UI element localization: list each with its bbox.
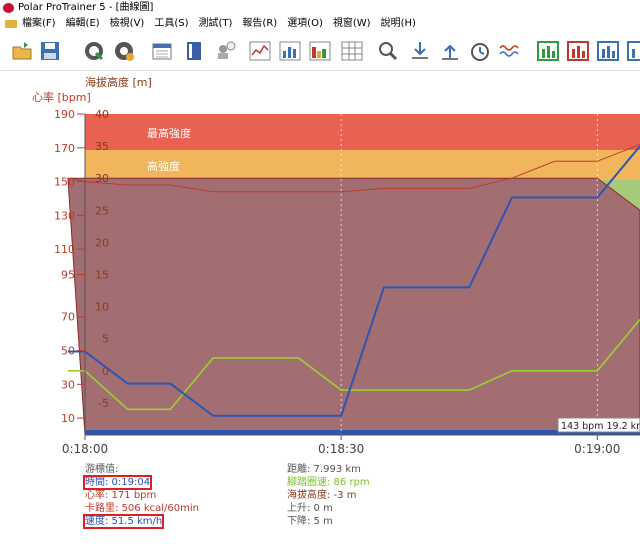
cursor-values-panel: 游標值: 時間: 0:19:04 心率: 171 bpm 卡路里: 506 kc…: [0, 460, 640, 547]
upload-icon: [442, 44, 458, 60]
descent-value: 下降: 5 m: [287, 516, 333, 527]
hr-tick-4: 110: [54, 243, 75, 256]
table-icon: [341, 41, 363, 61]
bar-chart-icon: [279, 41, 301, 61]
hr-tick-0: 190: [54, 108, 75, 121]
report-2-button[interactable]: [566, 39, 590, 63]
hr-value: 心率: 171 bpm: [85, 490, 157, 501]
wave-button[interactable]: [498, 39, 522, 63]
open-folder-icon: [12, 42, 32, 60]
title-bar: Polar ProTrainer 5 - [曲線圖]: [0, 0, 640, 16]
menu-item-3[interactable]: 工具(S): [154, 16, 188, 32]
menu-item-8[interactable]: 說明(H): [381, 16, 416, 32]
settings-icon: [115, 42, 134, 61]
altitude-tick-1: 35: [95, 140, 109, 153]
percent-chart-icon: [309, 41, 331, 61]
report-1-button[interactable]: [536, 39, 560, 63]
download-icon: [412, 42, 428, 59]
save-button[interactable]: [38, 39, 62, 63]
curve-chart-button[interactable]: [248, 39, 272, 63]
table-button[interactable]: [340, 39, 364, 63]
cursor-values-label: 游標值:: [85, 464, 119, 475]
hr-tick-3: 130: [54, 209, 75, 222]
upload-button[interactable]: [438, 39, 462, 63]
hr-tick-8: 30: [61, 378, 75, 391]
report-3-icon: [597, 41, 619, 61]
calories-value: 卡路里: 506 kcal/60min: [85, 503, 199, 514]
timer-button[interactable]: [468, 39, 492, 63]
ascent-value: 上升: 0 m: [287, 503, 333, 514]
menu-items: 檔案(F) 編輯(E) 檢視(V) 工具(S) 測試(T) 報告(R) 選項(O) 視窗(W)…: [22, 16, 426, 32]
calendar-icon: [152, 43, 172, 60]
altitude-axis-label: 海拔高度 [m]: [85, 75, 152, 89]
hr-tick-7: 50: [61, 345, 75, 358]
open-folder-button[interactable]: [10, 39, 34, 63]
sync-icon: [85, 42, 104, 61]
wave-icon: [499, 45, 519, 57]
book-button[interactable]: [182, 39, 206, 63]
x-tick-2: 0:19:00: [574, 442, 620, 456]
report-3-button[interactable]: [596, 39, 620, 63]
zone-label-0: 最高強度: [147, 126, 191, 140]
window-title: Polar ProTrainer 5 - [曲線圖]: [18, 2, 154, 13]
altitude-tick-4: 20: [95, 236, 109, 249]
hr-axis-label: 心率 [bpm]: [32, 90, 91, 104]
sync-button[interactable]: [82, 39, 106, 63]
altitude-tick-3: 25: [95, 204, 109, 217]
cursor-readout-text: 143 bpm 19.2 km/h: [561, 421, 640, 432]
chart-svg: 心率 [bpm] 海拔高度 [m] 最高強度高強度中強度低強度最低強度19017…: [32, 75, 640, 456]
altitude-tick-2: 30: [95, 172, 109, 185]
chart-area[interactable]: 心率 [bpm] 海拔高度 [m] 最高強度高強度中強度低強度最低強度19017…: [0, 70, 640, 460]
calendar-button[interactable]: [150, 39, 174, 63]
distance-value: 距離: 7.993 km: [287, 464, 361, 475]
zoom-icon: [379, 42, 398, 61]
zone-label-1: 高強度: [147, 159, 180, 173]
time-value: 時間: 0:19:04: [82, 475, 153, 490]
user-chat-icon: [218, 41, 236, 59]
document-icon[interactable]: [5, 20, 17, 28]
altitude-tick-6: 10: [95, 301, 109, 314]
user-chat-button[interactable]: [214, 39, 238, 63]
menu-item-4[interactable]: 測試(T): [199, 16, 233, 32]
menu-item-0[interactable]: 檔案(F): [22, 16, 56, 32]
speed-baseline: [85, 430, 640, 435]
hr-tick-6: 70: [61, 311, 75, 324]
altitude-tick-5: 15: [95, 269, 109, 282]
menu-item-6[interactable]: 選項(O): [287, 16, 323, 32]
hr-tick-5: 95: [61, 269, 75, 282]
percent-chart-button[interactable]: [308, 39, 332, 63]
altitude-tick-8: 0: [102, 365, 109, 378]
zoom-button[interactable]: [376, 39, 400, 63]
menu-item-2[interactable]: 檢視(V): [110, 16, 145, 32]
altitude-series: [67, 177, 640, 436]
report-1-icon: [537, 41, 559, 61]
book-icon: [187, 42, 201, 60]
settings-button[interactable]: [112, 39, 136, 63]
altitude-tick-7: 5: [102, 333, 109, 346]
report-4-icon: [627, 41, 640, 61]
save-icon: [41, 42, 59, 60]
x-tick-0: 0:18:00: [62, 442, 108, 456]
altitude-tick-0: 40: [95, 108, 109, 121]
toolbar: [0, 32, 640, 71]
menu-item-1[interactable]: 編輯(E): [66, 16, 100, 32]
bar-chart-button[interactable]: [278, 39, 302, 63]
hr-tick-9: 10: [61, 412, 75, 425]
report-4-button[interactable]: [626, 39, 640, 63]
hr-tick-2: 150: [54, 176, 75, 189]
altitude-value: 海拔高度: -3 m: [287, 490, 357, 501]
x-tick-1: 0:18:30: [318, 442, 364, 456]
hr-tick-1: 170: [54, 142, 75, 155]
timer-icon: [471, 43, 489, 61]
report-2-icon: [567, 41, 589, 61]
altitude-tick-9: -5: [98, 397, 109, 410]
speed-value: 速度: 51.5 km/h: [82, 514, 165, 529]
download-button[interactable]: [408, 39, 432, 63]
menu-item-7[interactable]: 視窗(W): [333, 16, 371, 32]
cadence-value: 腳踏圈速: 86 rpm: [287, 477, 370, 488]
polar-app-icon: [3, 3, 14, 13]
menu-bar: 檔案(F) 編輯(E) 檢視(V) 工具(S) 測試(T) 報告(R) 選項(O) 視窗(W)…: [0, 16, 640, 32]
menu-item-5[interactable]: 報告(R): [242, 16, 277, 32]
curve-chart-icon: [249, 41, 271, 61]
